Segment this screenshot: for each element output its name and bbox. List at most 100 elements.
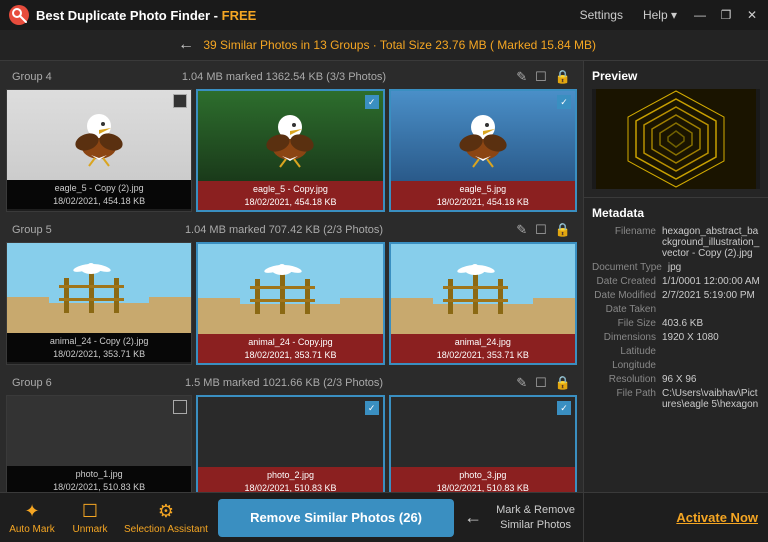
group-4-size: 1.04 MB marked 1362.54 KB (3/3 Photos) (182, 71, 386, 83)
arrow-icon: ← (464, 507, 482, 528)
preview-section: Preview (584, 61, 768, 198)
sub-header-text: 39 Similar Photos in 13 Groups · Total S… (203, 38, 596, 52)
group-5-photos: animal_24 - Copy (2).jpg18/02/2021, 353.… (6, 242, 577, 365)
activate-bar: Activate Now (584, 492, 768, 542)
meta-key: Dimensions (592, 332, 662, 343)
photo-image (391, 91, 575, 181)
group-6-edit-icon[interactable]: ✎ (516, 375, 527, 391)
meta-key: File Size (592, 318, 662, 329)
metadata-row: Document Typejpg (592, 262, 760, 273)
photo-checkbox[interactable] (557, 401, 571, 415)
meta-key: Date Created (592, 276, 662, 287)
back-button[interactable]: ← (172, 36, 200, 54)
photo-image (391, 244, 575, 334)
metadata-row: Date Created1/1/0001 12:00:00 AM (592, 276, 760, 287)
meta-value (662, 360, 760, 371)
selection-assistant-button[interactable]: ⚙ Selection Assistant (124, 501, 208, 535)
metadata-row: Filenamehexagon_abstract_background_illu… (592, 226, 760, 259)
left-panel: Group 4 1.04 MB marked 1362.54 KB (3/3 P… (0, 61, 583, 542)
group-5-actions: ✎ ☐ 🔒 (516, 222, 571, 238)
meta-value (662, 346, 760, 357)
meta-value: 2/7/2021 5:19:00 PM (662, 290, 760, 301)
metadata-row: Resolution96 X 96 (592, 374, 760, 385)
photo-cell[interactable]: eagle_5.jpg18/02/2021, 454.18 KB (389, 89, 577, 212)
group-5-edit-icon[interactable]: ✎ (516, 222, 527, 238)
photo-cell[interactable]: eagle_5 - Copy.jpg18/02/2021, 454.18 KB (196, 89, 384, 212)
meta-key: Latitude (592, 346, 662, 357)
app-title: Best Duplicate Photo Finder - FREE (36, 8, 256, 23)
selection-assistant-icon: ⚙ (158, 501, 174, 522)
group-4-checkbox-icon[interactable]: ☐ (535, 69, 547, 85)
photo-caption: photo_1.jpg18/02/2021, 510.83 KB (7, 466, 191, 492)
meta-key: Longitude (592, 360, 662, 371)
photo-caption: eagle_5.jpg18/02/2021, 454.18 KB (391, 181, 575, 210)
metadata-row: Date Taken (592, 304, 760, 315)
remove-similar-button[interactable]: Remove Similar Photos (26) (218, 499, 454, 537)
meta-key: Filename (592, 226, 662, 259)
group-6-lock-icon[interactable]: 🔒 (555, 375, 571, 391)
photo-caption: animal_24.jpg18/02/2021, 353.71 KB (391, 334, 575, 363)
photo-cell[interactable]: photo_2.jpg18/02/2021, 510.83 KB (196, 395, 384, 492)
photo-cell[interactable]: eagle_5 - Copy (2).jpg18/02/2021, 454.18… (6, 89, 192, 212)
metadata-row: File Size403.6 KB (592, 318, 760, 329)
restore-button[interactable]: ❐ (718, 7, 734, 23)
photo-image (7, 396, 191, 466)
activate-now-button[interactable]: Activate Now (676, 510, 758, 525)
group-4-edit-icon[interactable]: ✎ (516, 69, 527, 85)
help-button[interactable]: Help ▾ (638, 6, 682, 24)
right-panel: Preview Metadata (583, 61, 768, 542)
photo-checkbox[interactable] (365, 95, 379, 109)
group-4-photos: eagle_5 - Copy (2).jpg18/02/2021, 454.18… (6, 89, 577, 212)
group-4-container: Group 4 1.04 MB marked 1362.54 KB (3/3 P… (6, 65, 577, 212)
photo-checkbox[interactable] (173, 400, 187, 414)
unmark-icon: ☐ (82, 501, 98, 522)
main-content: Group 4 1.04 MB marked 1362.54 KB (3/3 P… (0, 61, 768, 542)
group-6-header: Group 6 1.5 MB marked 1021.66 KB (2/3 Ph… (6, 371, 577, 395)
minimize-button[interactable]: — (692, 7, 708, 23)
photo-cell[interactable]: animal_24.jpg18/02/2021, 353.71 KB (389, 242, 577, 365)
photo-cell[interactable]: animal_24 - Copy (2).jpg18/02/2021, 353.… (6, 242, 192, 365)
photo-image (198, 244, 382, 334)
photo-checkbox[interactable] (173, 94, 187, 108)
group-6-label: Group 6 (12, 377, 52, 389)
meta-key: Date Modified (592, 290, 662, 301)
auto-mark-icon: ✦ (24, 501, 39, 522)
photo-cell[interactable]: animal_24 - Copy.jpg18/02/2021, 353.71 K… (196, 242, 384, 365)
auto-mark-button[interactable]: ✦ Auto Mark (8, 501, 56, 535)
photo-caption: eagle_5 - Copy (2).jpg18/02/2021, 454.18… (7, 180, 191, 209)
photo-caption: animal_24 - Copy (2).jpg18/02/2021, 353.… (7, 333, 191, 362)
meta-value: 1920 X 1080 (662, 332, 760, 343)
photo-image (198, 397, 382, 467)
photo-image (7, 90, 191, 180)
group-5-lock-icon[interactable]: 🔒 (555, 222, 571, 238)
photo-checkbox[interactable] (557, 95, 571, 109)
bottom-toolbar: ✦ Auto Mark ☐ Unmark ⚙ Selection Assista… (0, 492, 583, 542)
metadata-row: File PathC:\Users\vaibhav\Pictures\eagle… (592, 388, 760, 410)
photos-scroll-area[interactable]: Group 4 1.04 MB marked 1362.54 KB (3/3 P… (0, 61, 583, 492)
photo-cell[interactable]: photo_3.jpg18/02/2021, 510.83 KB (389, 395, 577, 492)
meta-key: File Path (592, 388, 662, 410)
unmark-button[interactable]: ☐ Unmark (66, 501, 114, 535)
title-controls: Settings Help ▾ — ❐ ✕ (575, 6, 760, 24)
group-6-actions: ✎ ☐ 🔒 (516, 375, 571, 391)
meta-key: Resolution (592, 374, 662, 385)
meta-value: 403.6 KB (662, 318, 760, 329)
photo-caption: photo_2.jpg18/02/2021, 510.83 KB (198, 467, 382, 492)
group-6-checkbox-icon[interactable]: ☐ (535, 375, 547, 391)
photo-image (7, 243, 191, 333)
group-5-checkbox-icon[interactable]: ☐ (535, 222, 547, 238)
group-4-lock-icon[interactable]: 🔒 (555, 69, 571, 85)
preview-image (592, 89, 760, 189)
photo-checkbox[interactable] (365, 401, 379, 415)
meta-key: Date Taken (592, 304, 662, 315)
close-button[interactable]: ✕ (744, 7, 760, 23)
meta-value (662, 304, 760, 315)
metadata-row: Dimensions1920 X 1080 (592, 332, 760, 343)
mark-remove-label: Mark & Remove Similar Photos (492, 503, 575, 532)
photo-cell[interactable]: photo_1.jpg18/02/2021, 510.83 KB (6, 395, 192, 492)
metadata-title: Metadata (592, 206, 760, 220)
settings-button[interactable]: Settings (575, 6, 628, 24)
metadata-rows: Filenamehexagon_abstract_background_illu… (592, 226, 760, 410)
group-5-container: Group 5 1.04 MB marked 707.42 KB (2/3 Ph… (6, 218, 577, 365)
meta-value: 96 X 96 (662, 374, 760, 385)
